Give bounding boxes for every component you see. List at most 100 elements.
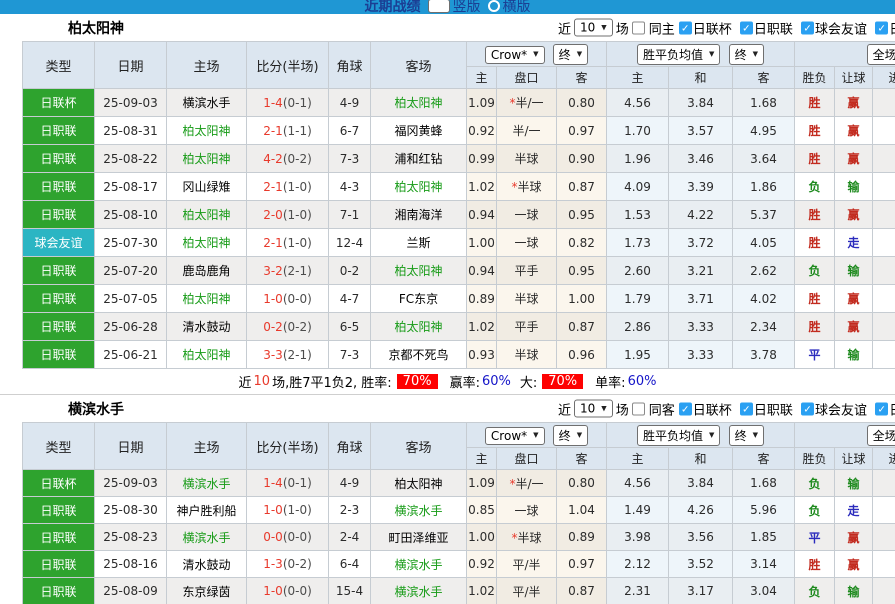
avg-away-odds: 5.96 [733,497,795,524]
goals-cell [873,285,895,313]
handicap-cell: 平手 [497,257,557,285]
handicap-value: 一球 [514,208,538,222]
halftime-score: (0-2) [283,557,312,571]
home-team[interactable]: 清水鼓动 [167,313,247,341]
avg-away-odds: 1.86 [733,173,795,201]
avg-home-odds: 4.56 [607,470,669,497]
avg-odds-select[interactable]: 胜平负均值▼ [637,425,720,446]
away-team[interactable]: 町田泽维亚 [371,524,467,551]
match-result: 负 [795,578,835,604]
avg-final-select[interactable]: 终▼ [729,44,764,65]
away-team[interactable]: 柏太阳神 [371,313,467,341]
avg-home-odds: 1.53 [607,201,669,229]
checkbox-unchecked-icon[interactable] [632,402,645,415]
league-filter[interactable]: 日皇杯 [875,18,895,37]
avg-draw-odds: 3.17 [669,578,733,604]
away-team[interactable]: 浦和红钻 [371,145,467,173]
home-team[interactable]: 柏太阳神 [167,117,247,145]
same-venue-checkbox[interactable]: 同主 [632,18,675,37]
away-team[interactable]: 横滨水手 [371,497,467,524]
radio-unselected-icon[interactable] [488,0,500,12]
chevron-down-icon: ▼ [601,405,606,412]
home-odds: 0.92 [467,117,497,145]
odds-final-select[interactable]: 终▼ [553,44,588,65]
score-cell: 1-0(0-0) [247,578,329,604]
home-odds: 0.85 [467,497,497,524]
goals-cell [873,145,895,173]
away-team[interactable]: 柏太阳神 [371,173,467,201]
home-team[interactable]: 柏太阳神 [167,145,247,173]
recent-count-select[interactable]: 10▼ [574,400,613,418]
away-team[interactable]: 横滨水手 [371,551,467,578]
home-team[interactable]: 柏太阳神 [167,341,247,369]
league-filter[interactable]: 日皇杯 [875,399,895,418]
same-venue-checkbox[interactable]: 同客 [632,399,675,418]
checkbox-checked-icon[interactable] [740,402,753,415]
score-cell: 0-2(0-2) [247,313,329,341]
home-team[interactable]: 柏太阳神 [167,201,247,229]
score-cell: 3-2(2-1) [247,257,329,285]
fulltime-score: 1-4 [263,96,283,110]
away-team[interactable]: 兰斯 [371,229,467,257]
recent-count-select[interactable]: 10▼ [574,19,613,37]
handicap-value: 半球 [517,180,541,194]
checkbox-unchecked-icon[interactable] [632,21,645,34]
odds-company-select[interactable]: Crow*▼ [485,427,545,445]
odds-company-select[interactable]: Crow*▼ [485,46,545,64]
radio-selected-icon[interactable] [428,0,450,13]
away-team[interactable]: 京都不死鸟 [371,341,467,369]
scope-select[interactable]: 全场▼ [867,44,895,65]
checkbox-checked-icon[interactable] [801,402,814,415]
handicap-cell: 平/半 [497,551,557,578]
away-team[interactable]: 横滨水手 [371,578,467,604]
fulltime-score: 2-0 [263,208,283,222]
avg-final-select[interactable]: 终▼ [729,425,764,446]
away-team[interactable]: 柏太阳神 [371,257,467,285]
checkbox-checked-icon[interactable] [801,21,814,34]
home-team[interactable]: 鹿岛鹿角 [167,257,247,285]
checkbox-checked-icon[interactable] [740,21,753,34]
home-team[interactable]: 横滨水手 [167,470,247,497]
league-filter[interactable]: 球会友谊 [801,399,867,418]
league-filter-label: 日职联 [754,399,793,418]
home-team[interactable]: 东京绿茵 [167,578,247,604]
checkbox-checked-icon[interactable] [875,402,888,415]
col-header-type: 类型 [23,42,95,89]
avg-odds-select[interactable]: 胜平负均值▼ [637,44,720,65]
scope-select[interactable]: 全场▼ [867,425,895,446]
away-team[interactable]: 柏太阳神 [371,470,467,497]
avg-away-odds: 3.78 [733,341,795,369]
score-cell: 4-2(0-2) [247,145,329,173]
match-date: 25-07-05 [95,285,167,313]
layout-horizontal-option[interactable]: 横版 [488,0,531,14]
avg-final-value: 终 [735,46,747,63]
home-odds: 1.02 [467,578,497,604]
kashiwa-matches-table: 类型 日期 主场 比分(半场) 角球 客场 Crow*▼ 终▼ 胜平负均值▼ 终… [22,41,895,369]
avg-home-odds: 4.09 [607,173,669,201]
checkbox-checked-icon[interactable] [679,402,692,415]
league-filter[interactable]: 日职联 [740,399,793,418]
home-team[interactable]: 冈山绿雉 [167,173,247,201]
league-filter[interactable]: 日联杯 [679,399,732,418]
league-filter[interactable]: 日职联 [740,18,793,37]
home-team[interactable]: 柏太阳神 [167,229,247,257]
away-team[interactable]: 福冈黄蜂 [371,117,467,145]
home-team[interactable]: 清水鼓动 [167,551,247,578]
away-team[interactable]: 柏太阳神 [371,89,467,117]
home-team[interactable]: 横滨水手 [167,524,247,551]
home-team[interactable]: 神户胜利船 [167,497,247,524]
league-filter[interactable]: 球会友谊 [801,18,867,37]
home-team[interactable]: 横滨水手 [167,89,247,117]
away-team[interactable]: 湘南海洋 [371,201,467,229]
handicap-cell: 一球 [497,201,557,229]
checkbox-checked-icon[interactable] [679,21,692,34]
home-team[interactable]: 柏太阳神 [167,285,247,313]
goals-cell [873,173,895,201]
away-team[interactable]: FC东京 [371,285,467,313]
league-filter[interactable]: 日联杯 [679,18,732,37]
checkbox-checked-icon[interactable] [875,21,888,34]
layout-vertical-option[interactable]: 竖版 [428,0,481,14]
odds-final-select[interactable]: 终▼ [553,425,588,446]
halftime-score: (0-0) [283,530,312,544]
match-type-badge: 日职联 [23,285,95,313]
